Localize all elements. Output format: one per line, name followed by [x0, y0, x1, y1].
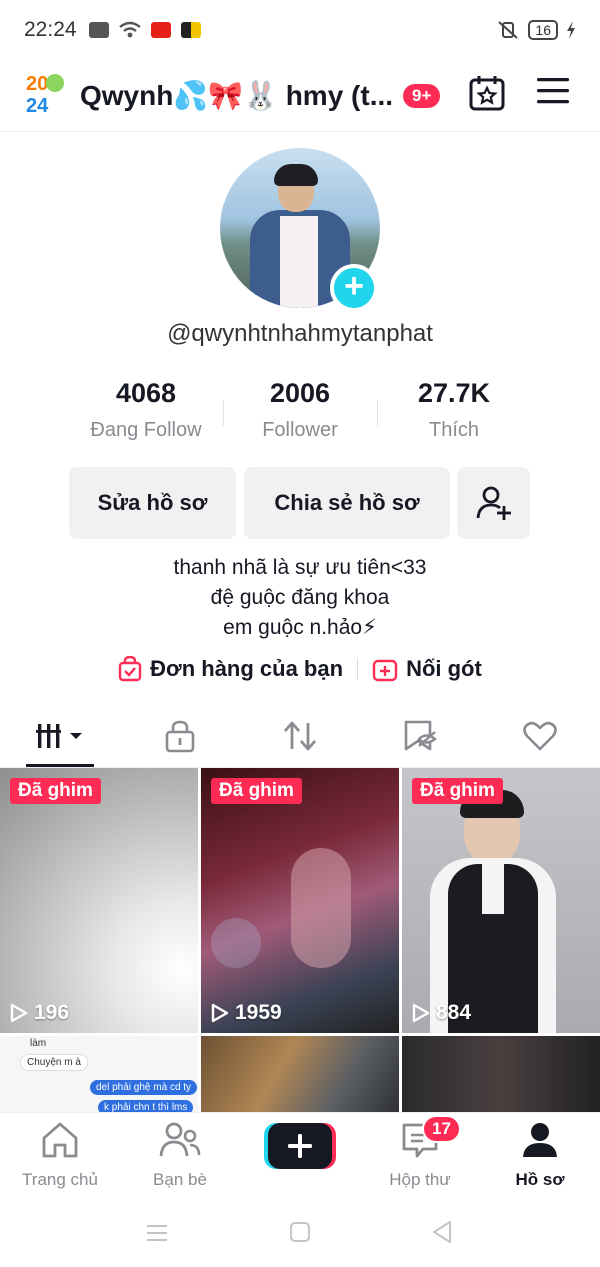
notification-badge[interactable]: 9+	[403, 83, 441, 108]
status-bar: 22:24 16	[0, 0, 600, 60]
status-icons	[88, 21, 201, 39]
nav-home[interactable]: Trang chủ	[0, 1121, 120, 1190]
bio-line: em guộc n.hảo⚡	[223, 616, 377, 639]
view-count: 1959	[211, 1001, 282, 1025]
home-icon	[42, 1122, 78, 1158]
tab-private[interactable]	[120, 706, 240, 766]
orders-label: Đơn hàng của bạn	[150, 656, 344, 681]
shopping-bag-icon	[118, 656, 142, 682]
status-time: 22:24	[24, 18, 77, 41]
video-thumbnail[interactable]: Đã ghim 884	[402, 768, 600, 1033]
stat-value: 4068	[115, 378, 177, 408]
video-thumbnail[interactable]	[402, 1036, 600, 1112]
orders-link[interactable]: Đơn hàng của bạn	[118, 656, 343, 682]
chat-text: làm	[30, 1038, 47, 1049]
year-logo-icon: 20 24	[26, 73, 66, 118]
stat-label: Thích	[428, 419, 480, 441]
view-count-value: 1959	[235, 1001, 282, 1024]
menu-icon[interactable]	[536, 76, 570, 106]
profile-header: 20 24 Qwynh💦🎀🐰 hmy (t... 9+	[0, 60, 600, 132]
profile-bio: thanh nhã là sự ưu tiên<33 đệ guộc đăng …	[0, 553, 600, 643]
nav-label: Hộp thư	[389, 1170, 451, 1189]
view-count: 196	[10, 1001, 69, 1025]
chat-text: k phải chn t thì lms	[98, 1100, 194, 1112]
tab-videos[interactable]	[0, 706, 120, 766]
recent-apps-icon[interactable]	[146, 1222, 168, 1244]
view-count-value: 884	[436, 1001, 472, 1024]
profile-stats: 4068 Đang Follow 2006 Follower 27.7K Thí…	[0, 378, 600, 448]
back-icon[interactable]	[430, 1220, 454, 1244]
youtube-icon	[150, 22, 171, 38]
hidden-bookmark-icon	[404, 720, 437, 751]
stat-following[interactable]: 4068 Đang Follow	[66, 378, 226, 442]
add-square-icon	[372, 659, 398, 682]
system-navigation	[0, 1204, 600, 1267]
calendar-icon[interactable]	[468, 74, 506, 112]
lock-icon	[165, 720, 195, 753]
app-icon	[180, 22, 201, 38]
video-thumbnail[interactable]	[201, 1036, 399, 1112]
battery-level: 16	[528, 20, 558, 40]
create-button[interactable]	[264, 1123, 336, 1169]
nav-inbox[interactable]: 17 Hộp thư	[360, 1115, 480, 1190]
tab-hidden[interactable]	[360, 706, 480, 766]
edit-profile-button[interactable]: Sửa hồ sơ	[69, 467, 236, 539]
inbox-badge: 17	[422, 1115, 461, 1143]
add-story-icon[interactable]: +	[330, 264, 378, 312]
add-person-icon	[476, 486, 511, 520]
chat-text: Chuyện m à	[20, 1054, 88, 1071]
nav-label: Trang chủ	[22, 1170, 98, 1189]
content-tabs	[0, 706, 600, 768]
stat-label: Đang Follow	[90, 419, 202, 441]
bio-line: đệ guộc đăng khoa	[210, 586, 390, 609]
stat-likes[interactable]: 27.7K Thích	[374, 378, 534, 442]
stat-followers[interactable]: 2006 Follower	[220, 378, 380, 442]
notification-close-icon	[88, 22, 109, 38]
mute-icon	[498, 21, 519, 39]
video-thumbnail[interactable]: Đã ghim 1959	[201, 768, 399, 1033]
bio-line: thanh nhã là sự ưu tiên<33	[173, 556, 427, 579]
tab-reposts[interactable]	[240, 706, 360, 766]
shop-links: Đơn hàng của bạn Nối gót	[0, 652, 600, 686]
nav-profile[interactable]: Hồ sơ	[480, 1121, 600, 1190]
pinned-badge: Đã ghim	[412, 778, 503, 804]
stat-value: 2006	[269, 378, 331, 408]
profile-icon	[523, 1123, 557, 1157]
play-icon	[10, 1003, 28, 1023]
stat-label: Follower	[262, 419, 338, 441]
video-thumbnail[interactable]: Đã ghim 196	[0, 768, 198, 1033]
nav-friends[interactable]: Bạn bè	[120, 1121, 240, 1190]
account-switcher[interactable]: Qwynh💦🎀🐰 hmy (t...	[80, 79, 393, 112]
repost-icon	[283, 721, 317, 751]
add-label: Nối gót	[406, 656, 482, 681]
status-right: 16	[496, 20, 576, 40]
chat-text: del phải ghệ mà cd ty	[90, 1080, 198, 1095]
nav-label: Bạn bè	[153, 1170, 207, 1189]
share-profile-button[interactable]: Chia sẻ hồ sơ	[244, 467, 450, 539]
add-friend-button[interactable]	[457, 467, 530, 539]
bottom-navigation: Trang chủ Bạn bè 17 Hộp thư Hồ sơ	[0, 1112, 600, 1204]
tab-liked[interactable]	[480, 706, 600, 766]
stat-value: 27.7K	[417, 378, 491, 408]
video-thumbnail[interactable]: làm Chuyện m à del phải ghệ mà cd ty k p…	[0, 1036, 198, 1112]
nav-label: Hồ sơ	[515, 1170, 565, 1189]
home-system-icon[interactable]	[289, 1221, 311, 1243]
plus-icon	[288, 1134, 312, 1158]
video-grid: Đã ghim 196 Đã ghim 1959 Đã ghim 884 làm…	[0, 768, 600, 1112]
pinned-badge: Đã ghim	[10, 778, 101, 804]
view-count: 884	[412, 1001, 471, 1025]
friends-icon	[159, 1122, 201, 1157]
heart-icon	[523, 721, 557, 751]
play-icon	[412, 1003, 430, 1023]
charging-icon	[567, 21, 575, 39]
play-icon	[211, 1003, 229, 1023]
pinned-badge: Đã ghim	[211, 778, 302, 804]
wifi-icon	[118, 21, 141, 38]
profile-handle: @qwynhtnhahmytanphat	[167, 320, 433, 347]
grid-videos-icon	[36, 724, 82, 748]
add-link[interactable]: Nối gót	[372, 656, 482, 682]
view-count-value: 196	[34, 1001, 70, 1024]
